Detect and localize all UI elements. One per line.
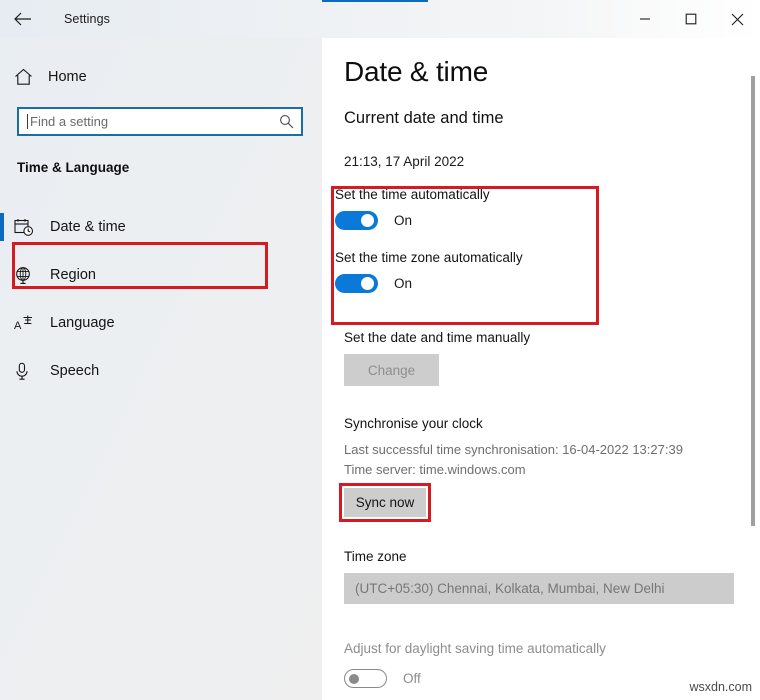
current-datetime-value: 21:13, 17 April 2022 <box>344 154 465 169</box>
sidebar-item-language[interactable]: A Language <box>0 299 322 347</box>
minimize-button[interactable] <box>622 0 668 38</box>
auto-timezone-toggle[interactable] <box>335 274 378 293</box>
sidebar-item-label: Speech <box>50 363 100 379</box>
search-box[interactable]: Find a setting <box>17 107 303 136</box>
home-icon <box>14 68 40 86</box>
svg-text:A: A <box>14 320 22 332</box>
microphone-icon <box>14 362 42 381</box>
content-scrollbar[interactable] <box>746 38 760 700</box>
watermark: wsxdn.com <box>689 680 752 694</box>
auto-timezone-row: On <box>335 274 599 293</box>
timezone-label: Time zone <box>344 549 407 564</box>
sidebar-section-heading: Time & Language <box>17 160 130 175</box>
daylight-saving-label: Adjust for daylight saving time automati… <box>344 641 606 656</box>
window-controls <box>622 0 760 38</box>
search-icon[interactable] <box>271 114 301 129</box>
window-title: Settings <box>64 12 110 26</box>
auto-time-label: Set the time automatically <box>335 187 490 202</box>
last-sync-text: Last successful time synchronisation: 16… <box>344 442 683 457</box>
language-icon: A <box>14 314 42 333</box>
sidebar-item-date-time[interactable]: Date & time <box>0 203 322 251</box>
toggle-knob <box>361 277 374 290</box>
section-subheading: Current date and time <box>344 109 504 127</box>
toggle-knob <box>361 214 374 227</box>
change-button[interactable]: Change <box>344 354 439 386</box>
auto-timezone-label: Set the time zone automatically <box>335 250 523 265</box>
sync-heading: Synchronise your clock <box>344 416 483 431</box>
home-label: Home <box>48 69 87 85</box>
time-server-text: Time server: time.windows.com <box>344 462 526 477</box>
page-title: Date & time <box>344 56 489 87</box>
sync-now-button[interactable]: Sync now <box>344 488 426 517</box>
sidebar-item-speech[interactable]: Speech <box>0 347 322 395</box>
sidebar-nav-list: Date & time Region A Language Speech <box>0 203 322 395</box>
toggle-knob <box>349 673 359 684</box>
search-input[interactable]: Find a setting <box>28 114 271 129</box>
auto-time-state: On <box>394 213 413 228</box>
close-button[interactable] <box>714 0 760 38</box>
maximize-button[interactable] <box>668 0 714 38</box>
timezone-select[interactable]: (UTC+05:30) Chennai, Kolkata, Mumbai, Ne… <box>344 573 734 604</box>
maximize-icon <box>685 13 697 25</box>
sidebar-item-region[interactable]: Region <box>0 251 322 299</box>
sidebar-item-label: Date & time <box>50 219 126 235</box>
sidebar-item-home[interactable]: Home <box>0 60 322 94</box>
sidebar-item-label: Language <box>50 315 115 331</box>
auto-time-toggle[interactable] <box>335 211 378 230</box>
active-window-accent <box>322 0 428 2</box>
daylight-saving-state: Off <box>403 671 421 686</box>
sidebar-item-label: Region <box>50 267 96 283</box>
daylight-saving-toggle[interactable] <box>344 669 387 688</box>
globe-icon <box>14 266 42 285</box>
scrollbar-thumb[interactable] <box>751 76 755 526</box>
auto-time-settings-group: Set the time automatically On Set the ti… <box>335 187 599 324</box>
settings-window: Settings Home Find a setting Time & Lang… <box>0 0 760 700</box>
minimize-icon <box>639 13 651 25</box>
back-button[interactable] <box>0 0 44 38</box>
title-bar: Settings <box>0 0 760 38</box>
calendar-clock-icon <box>14 218 42 237</box>
daylight-saving-row: Off <box>344 669 421 688</box>
auto-timezone-state: On <box>394 276 413 291</box>
sidebar: Home Find a setting Time & Language Date… <box>0 38 322 700</box>
close-icon <box>731 13 744 26</box>
auto-time-row: On <box>335 211 599 230</box>
main-content: Date & time Current date and time 21:13,… <box>322 38 760 700</box>
back-arrow-icon <box>13 12 31 26</box>
manual-datetime-label: Set the date and time manually <box>344 330 531 345</box>
